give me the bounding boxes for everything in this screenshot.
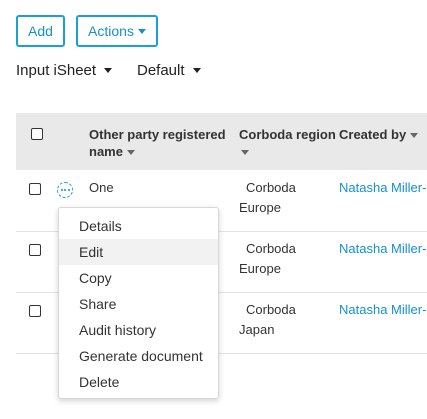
created-by-link[interactable]: Natasha Miller- [339, 239, 426, 259]
table-header: Other party registered name Corboda regi… [16, 113, 427, 170]
column-header-created-by[interactable]: Created by [339, 126, 419, 143]
chevron-down-icon [192, 68, 201, 73]
region-cell: Corboda Japan [239, 300, 296, 340]
region-line2: Japan [239, 322, 275, 337]
created-by-link[interactable]: Natasha Miller- [339, 300, 426, 320]
created-by-link[interactable]: Natasha Miller- [339, 178, 426, 198]
menu-item-generate-document[interactable]: Generate document [59, 343, 218, 369]
select-all-checkbox[interactable] [31, 128, 43, 140]
region-cell: Corboda Europe [239, 239, 296, 279]
sort-icon [126, 150, 135, 156]
region-line2: Europe [239, 200, 281, 215]
add-button-label: Add [28, 23, 53, 39]
sort-icon [410, 133, 419, 139]
column-header-region-label: Corboda region [239, 127, 336, 142]
row-actions-icon[interactable] [57, 182, 73, 198]
party-name-cell: One [89, 180, 114, 195]
menu-item-edit[interactable]: Edit [59, 239, 218, 265]
region-cell: Corboda Europe [239, 178, 296, 218]
menu-item-copy[interactable]: Copy [59, 265, 218, 291]
row-checkbox[interactable] [29, 305, 41, 317]
menu-item-audit-history[interactable]: Audit history [59, 317, 218, 343]
column-header-region[interactable]: Corboda region [239, 126, 336, 160]
column-header-created-by-label: Created by [339, 127, 407, 142]
chevron-down-icon [137, 28, 146, 34]
view-selector-label: Default [137, 62, 185, 79]
row-checkbox[interactable] [29, 183, 41, 195]
view-selector[interactable]: Default [137, 62, 201, 79]
menu-item-details[interactable]: Details [59, 213, 218, 239]
row-context-menu: Details Edit Copy Share Audit history Ge… [58, 207, 219, 399]
column-header-party-line2: name [89, 144, 123, 159]
region-line1: Corboda [246, 180, 296, 195]
menu-item-delete[interactable]: Delete [59, 369, 218, 395]
sheet-selector[interactable]: Input iSheet [16, 62, 113, 79]
add-button[interactable]: Add [16, 15, 65, 47]
actions-button[interactable]: Actions [76, 15, 158, 47]
row-checkbox[interactable] [29, 244, 41, 256]
region-line2: Europe [239, 261, 281, 276]
sort-icon [241, 150, 249, 156]
region-line1: Corboda [246, 302, 296, 317]
menu-item-share[interactable]: Share [59, 291, 218, 317]
chevron-down-icon [104, 68, 113, 73]
actions-button-label: Actions [88, 23, 134, 39]
sheet-selector-label: Input iSheet [16, 62, 97, 79]
region-line1: Corboda [246, 241, 296, 256]
column-header-party[interactable]: Other party registered name [89, 126, 226, 160]
column-header-party-line1: Other party registered [89, 127, 226, 142]
